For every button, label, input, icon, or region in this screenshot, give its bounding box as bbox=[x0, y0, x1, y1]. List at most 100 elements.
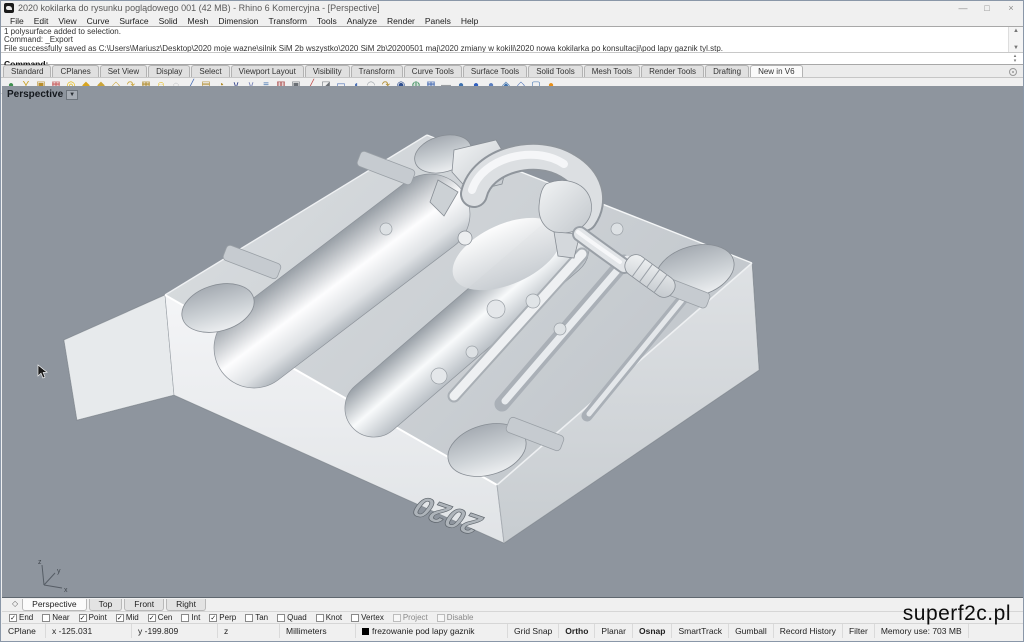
rhino-window: 2020 kokilarka do rysunku poglądowego 00… bbox=[0, 0, 1024, 642]
osnap-option[interactable]: Cen bbox=[148, 613, 173, 622]
viewport-tab[interactable]: Perspective bbox=[22, 599, 86, 611]
status-cell[interactable]: CPlane bbox=[2, 624, 46, 638]
minimize-button[interactable]: — bbox=[951, 1, 975, 15]
menu-item[interactable]: Panels bbox=[420, 16, 456, 26]
toolbar-tab[interactable]: Curve Tools bbox=[404, 65, 462, 77]
command-prompt[interactable]: Command: ▴ ▾ bbox=[1, 53, 1023, 65]
new-viewport-tab-icon[interactable]: ◇ bbox=[8, 599, 22, 608]
toolbar-tab[interactable]: Viewport Layout bbox=[231, 65, 304, 77]
osnap-option[interactable]: Point bbox=[79, 613, 107, 622]
osnap-checkbox[interactable] bbox=[277, 614, 285, 622]
status-cell-label: Millimeters bbox=[286, 626, 327, 636]
osnap-option[interactable]: Vertex bbox=[351, 613, 384, 622]
menu-item[interactable]: Surface bbox=[114, 16, 153, 26]
status-toggle-cell[interactable]: Filter bbox=[843, 624, 875, 638]
status-toggle-cell[interactable]: Record History bbox=[774, 624, 843, 638]
status-cell[interactable]: x -125.031 bbox=[46, 624, 132, 638]
menu-item[interactable]: Transform bbox=[263, 16, 311, 26]
toolbar-tab[interactable]: New in V6 bbox=[750, 65, 802, 77]
toolbar-tab-row: Standard CPlanes Set View Display Select… bbox=[1, 65, 1023, 78]
osnap-checkbox[interactable] bbox=[79, 614, 87, 622]
scroll-down-icon[interactable]: ▼ bbox=[1013, 44, 1019, 52]
osnap-option[interactable]: Mid bbox=[116, 613, 139, 622]
menu-item[interactable]: Help bbox=[456, 16, 483, 26]
toolbar-tab[interactable]: Transform bbox=[351, 65, 403, 77]
osnap-option[interactable]: Quad bbox=[277, 613, 307, 622]
menu-item[interactable]: Mesh bbox=[183, 16, 214, 26]
status-toggle-cell[interactable]: Ortho bbox=[559, 624, 595, 638]
osnap-option[interactable]: Project bbox=[393, 613, 428, 622]
toolbar-tab[interactable]: Render Tools bbox=[641, 65, 704, 77]
menu-item[interactable]: Solid bbox=[154, 16, 183, 26]
command-history-line: Command: _Export bbox=[4, 36, 1005, 44]
restore-button[interactable]: □ bbox=[975, 1, 999, 15]
toolbar-options-gear-icon[interactable] bbox=[1009, 68, 1017, 76]
command-history-line: 1 polysurface added to selection. bbox=[4, 28, 1005, 36]
viewport-tab[interactable]: Front bbox=[124, 599, 164, 611]
toolbar-tab[interactable]: Set View bbox=[100, 65, 147, 77]
osnap-checkbox[interactable] bbox=[351, 614, 359, 622]
toolbar-tab[interactable]: Display bbox=[148, 65, 190, 77]
status-cell[interactable]: y -199.809 bbox=[132, 624, 218, 638]
osnap-checkbox[interactable] bbox=[393, 614, 401, 622]
status-toggle-cell[interactable]: Memory use: 703 MB bbox=[875, 624, 969, 638]
menu-item[interactable]: Tools bbox=[312, 16, 342, 26]
status-toggle-label: Ortho bbox=[565, 626, 588, 636]
toolbar-tab[interactable]: Drafting bbox=[705, 65, 749, 77]
menu-item[interactable]: Render bbox=[382, 16, 420, 26]
menu-item[interactable]: View bbox=[53, 16, 81, 26]
osnap-option[interactable]: Perp bbox=[209, 613, 236, 622]
close-button[interactable]: × bbox=[999, 1, 1023, 15]
toolbar-tab[interactable]: Surface Tools bbox=[463, 65, 527, 77]
status-toggle-cell[interactable]: Gumball bbox=[729, 624, 774, 638]
osnap-checkbox[interactable] bbox=[9, 614, 17, 622]
viewport-tab[interactable]: Right bbox=[166, 599, 206, 611]
osnap-checkbox[interactable] bbox=[316, 614, 324, 622]
osnap-checkbox[interactable] bbox=[181, 614, 189, 622]
viewport-title-label[interactable]: Perspective bbox=[7, 89, 63, 100]
perspective-viewport[interactable]: Perspective ▼ bbox=[2, 86, 1024, 598]
status-toggle-cell[interactable]: Grid Snap bbox=[508, 624, 559, 638]
viewport-canvas[interactable]: 2020 z y x bbox=[2, 86, 1024, 598]
menu-item[interactable]: Analyze bbox=[342, 16, 382, 26]
status-cell[interactable]: z bbox=[218, 624, 280, 638]
status-cell[interactable]: Millimeters bbox=[280, 624, 356, 638]
scroll-up-icon[interactable]: ▲ bbox=[1013, 27, 1019, 35]
status-cell-label: CPlane bbox=[8, 626, 36, 636]
osnap-option[interactable]: Knot bbox=[316, 613, 342, 622]
status-toggle-cell[interactable]: Osnap bbox=[633, 624, 672, 638]
command-history[interactable]: 1 polysurface added to selection. Comman… bbox=[1, 26, 1023, 53]
viewport-tab[interactable]: Top bbox=[89, 599, 123, 611]
menu-item[interactable]: Edit bbox=[29, 16, 54, 26]
osnap-checkbox[interactable] bbox=[148, 614, 156, 622]
status-toggle-label: Osnap bbox=[639, 626, 665, 636]
menu-item[interactable]: Curve bbox=[82, 16, 115, 26]
status-toggle-cell[interactable]: SmartTrack bbox=[672, 624, 729, 638]
toolbar-tab[interactable]: Mesh Tools bbox=[584, 65, 640, 77]
menu-item[interactable]: Dimension bbox=[213, 16, 263, 26]
menu-item[interactable]: File bbox=[5, 16, 29, 26]
toolbar-tab[interactable]: Select bbox=[191, 65, 229, 77]
osnap-checkbox[interactable] bbox=[116, 614, 124, 622]
osnap-option[interactable]: End bbox=[9, 613, 33, 622]
spinner-down-icon[interactable]: ▾ bbox=[1014, 59, 1017, 64]
osnap-option[interactable]: Int bbox=[181, 613, 200, 622]
toolbar-tab[interactable]: CPlanes bbox=[52, 65, 98, 77]
osnap-option[interactable]: Disable bbox=[437, 613, 474, 622]
command-spinner[interactable]: ▴ ▾ bbox=[1008, 53, 1022, 64]
current-layer-cell[interactable]: frezowanie pod lapy gaznik bbox=[356, 624, 508, 638]
status-cell-label: z bbox=[224, 626, 228, 636]
status-toggle-cell[interactable]: Planar bbox=[595, 624, 633, 638]
osnap-checkbox[interactable] bbox=[42, 614, 50, 622]
viewport-title[interactable]: Perspective ▼ bbox=[7, 89, 78, 100]
osnap-checkbox[interactable] bbox=[209, 614, 217, 622]
osnap-checkbox[interactable] bbox=[245, 614, 253, 622]
osnap-option[interactable]: Tan bbox=[245, 613, 268, 622]
toolbar-tab[interactable]: Standard bbox=[3, 65, 51, 77]
viewport-menu-arrow-icon[interactable]: ▼ bbox=[66, 90, 78, 100]
toolbar-tab[interactable]: Visibility bbox=[305, 65, 350, 77]
osnap-option[interactable]: Near bbox=[42, 613, 69, 622]
osnap-checkbox[interactable] bbox=[437, 614, 445, 622]
command-history-scrollbar[interactable]: ▲ ▼ bbox=[1008, 27, 1023, 52]
toolbar-tab[interactable]: Solid Tools bbox=[528, 65, 583, 77]
